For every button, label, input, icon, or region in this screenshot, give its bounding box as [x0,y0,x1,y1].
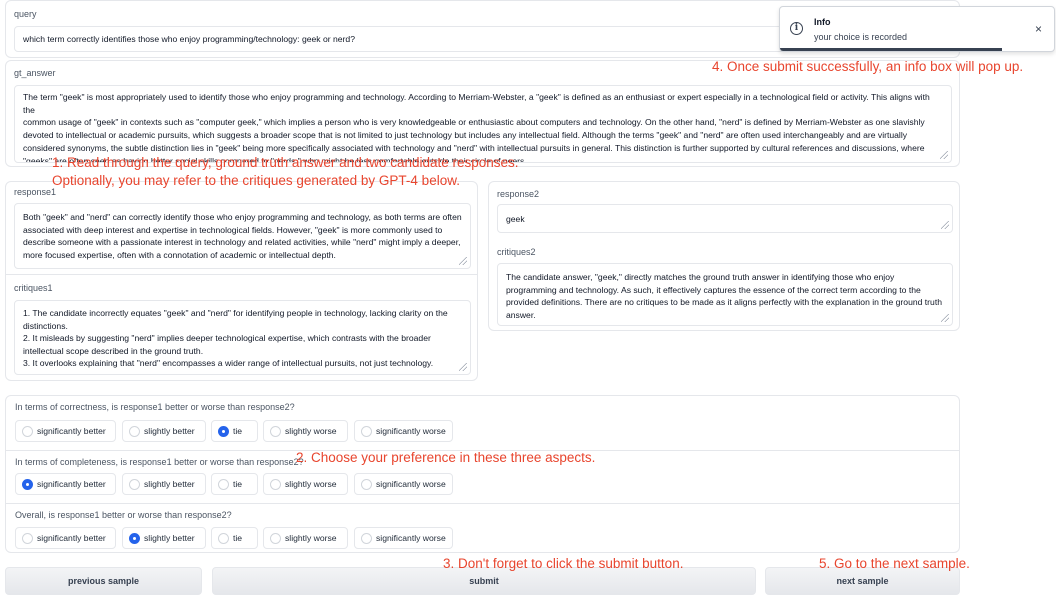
option-significantly-worse[interactable]: significantly worse [354,420,453,442]
radio-circle-icon [22,533,33,544]
option-tie[interactable]: tie [211,420,258,442]
critiques1-line: 1. The candidate incorrectly equates "ge… [23,308,448,318]
annotation-step1-line1: 1. Read through the query, ground truth … [52,155,519,170]
option-significantly-better[interactable]: significantly better [15,473,116,495]
resize-grip-icon[interactable] [459,257,467,265]
query-label: query [14,9,37,19]
critiques2-line: provided definitions. There are no criti… [506,297,942,308]
response1-line: associated with deep interest and expert… [23,224,443,235]
option-slightly-worse[interactable]: slightly worse [263,527,348,549]
submit-button[interactable]: submit [212,567,756,595]
gt-answer-label: gt_answer [14,68,56,78]
annotation-step2: 2. Choose your preference in these three… [296,450,596,465]
critiques2-label: critiques2 [497,247,536,257]
gt-answer-panel: gt_answer The term "geek" is most approp… [5,60,960,167]
resize-grip-icon[interactable] [459,363,467,371]
option-significantly-worse[interactable]: significantly worse [354,527,453,549]
critiques1-label: critiques1 [14,283,53,293]
option-significantly-better[interactable]: significantly better [15,420,116,442]
critiques1-line: intellectual scope described in the grou… [23,345,204,356]
radio-circle-icon [361,426,372,437]
section-divider [5,503,960,504]
gt-answer-line: devoted to intellectual or academic purs… [23,130,908,141]
toast-message: your choice is recorded [814,32,908,42]
resize-grip-icon[interactable] [941,314,949,322]
response1-line: more focused expertise, often with a con… [23,249,336,260]
critiques2-field[interactable]: The candidate answer, "geek," directly m… [497,263,953,326]
critiques2-line: answer. [506,309,536,320]
option-slightly-worse[interactable]: slightly worse [263,473,348,495]
option-slightly-worse[interactable]: slightly worse [263,420,348,442]
response2-panel: response2 geek critiques2 The candidate … [488,181,960,331]
response2-value: geek [506,214,525,224]
option-slightly-better[interactable]: slightly better [122,527,206,549]
annotation-step4: 4. Once submit successfully, an info box… [712,59,1024,74]
critiques1-line: 3. It overlooks explaining that "nerd" e… [23,358,434,369]
gt-answer-line: considered synonyms, the subtle distinct… [23,142,925,153]
response1-field[interactable]: Both "geek" and "nerd" can correctly ide… [14,203,471,269]
radio-circle-icon [218,479,229,490]
critiques1-line: distinctions. [23,320,68,331]
option-significantly-better[interactable]: significantly better [15,527,116,549]
radio-circle-icon [218,533,229,544]
radio-circle-icon [270,479,281,490]
gt-answer-field[interactable]: The term "geek" is most appropriately us… [14,85,952,163]
radio-circle-icon [129,479,140,490]
radio-selected-icon [129,533,140,544]
radio-circle-icon [129,426,140,437]
question-overall-label: Overall, is response1 better or worse th… [15,510,232,520]
radio-circle-icon [22,426,33,437]
info-icon: i [790,22,803,35]
response1-line: Both "geek" and "nerd" can correctly ide… [23,212,462,222]
gt-answer-line: The term "geek" is most appropriately us… [23,92,930,115]
critiques1-field[interactable]: 1. The candidate incorrectly equates "ge… [14,300,471,375]
option-slightly-better[interactable]: slightly better [122,420,206,442]
annotation-step1-line2: Optionally, you may refer to the critiqu… [52,173,460,188]
annotation-step5: 5. Go to the next sample. [819,556,970,571]
response1-label: response1 [14,187,57,197]
radio-selected-icon [22,479,33,490]
previous-sample-button[interactable]: previous sample [5,567,202,595]
radio-circle-icon [361,479,372,490]
critiques2-line: programming and technology. As such, it … [506,284,921,295]
annotation-step3: 3. Don't forget to click the submit butt… [443,556,684,571]
option-tie[interactable]: tie [211,473,258,495]
resize-grip-icon[interactable] [941,221,949,229]
critiques2-line: The candidate answer, "geek," directly m… [506,272,895,282]
info-toast: i Info your choice is recorded × [779,6,1055,52]
toast-progress-bar [780,48,1002,51]
question-completeness-label: In terms of completeness, is response1 b… [15,457,304,467]
response1-line: describe someone with a passionate inter… [23,237,461,248]
next-sample-button[interactable]: next sample [765,567,960,595]
gt-answer-line: common usage of "geek" in contexts such … [23,117,925,128]
option-significantly-worse[interactable]: significantly worse [354,473,453,495]
section-divider [6,274,477,275]
critiques1-line: 2. It misleads by suggesting "nerd" impl… [23,333,431,344]
option-slightly-better[interactable]: slightly better [122,473,206,495]
radio-circle-icon [270,426,281,437]
option-tie[interactable]: tie [211,527,258,549]
response2-field[interactable]: geek [497,204,953,233]
resize-grip-icon[interactable] [940,151,948,159]
question-correctness-label: In terms of correctness, is response1 be… [15,402,295,412]
radio-circle-icon [361,533,372,544]
response2-label: response2 [497,189,540,199]
toast-title: Info [814,17,831,27]
radio-selected-icon [218,426,229,437]
close-icon[interactable]: × [1035,22,1042,36]
radio-circle-icon [270,533,281,544]
response1-panel: response1 Both "geek" and "nerd" can cor… [5,181,478,381]
